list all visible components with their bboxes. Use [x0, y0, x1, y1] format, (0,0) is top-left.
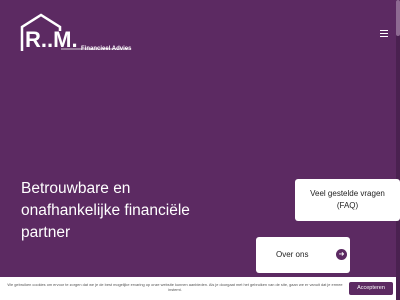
logo[interactable]: R..M. Financieel Advies [19, 13, 131, 57]
faq-line-1: Veel gestelde vragen [310, 189, 385, 198]
scrollbar[interactable] [396, 0, 400, 300]
logo-subtitle: Financieel Advies [81, 46, 132, 52]
hero-headline: Betrouwbare en onafhankelijke financiële… [21, 178, 221, 244]
hero-line-3: partner [21, 224, 71, 241]
faq-card-label: Veel gestelde vragen (FAQ) [295, 188, 400, 212]
faq-card[interactable]: Veel gestelde vragen (FAQ) [295, 179, 400, 221]
hamburger-menu-icon[interactable] [380, 30, 388, 37]
hero-line-2: onafhankelijke financiële [21, 202, 190, 219]
scrollbar-thumb[interactable] [396, 0, 400, 36]
faq-line-2: (FAQ) [336, 201, 359, 210]
about-us-card[interactable]: Over ons ➜ [256, 237, 350, 273]
about-us-label: Over ons [276, 250, 309, 259]
cookie-banner: We gebruiken cookies om ervoor te zorgen… [0, 277, 396, 300]
arrow-right-icon[interactable]: ➜ [336, 249, 347, 260]
hero-line-1: Betrouwbare en [21, 180, 131, 197]
accept-cookies-button[interactable]: Accepteren [349, 282, 393, 295]
logo-text: R..M. [25, 27, 78, 52]
cookie-banner-text: We gebruiken cookies om ervoor te zorgen… [7, 282, 343, 292]
